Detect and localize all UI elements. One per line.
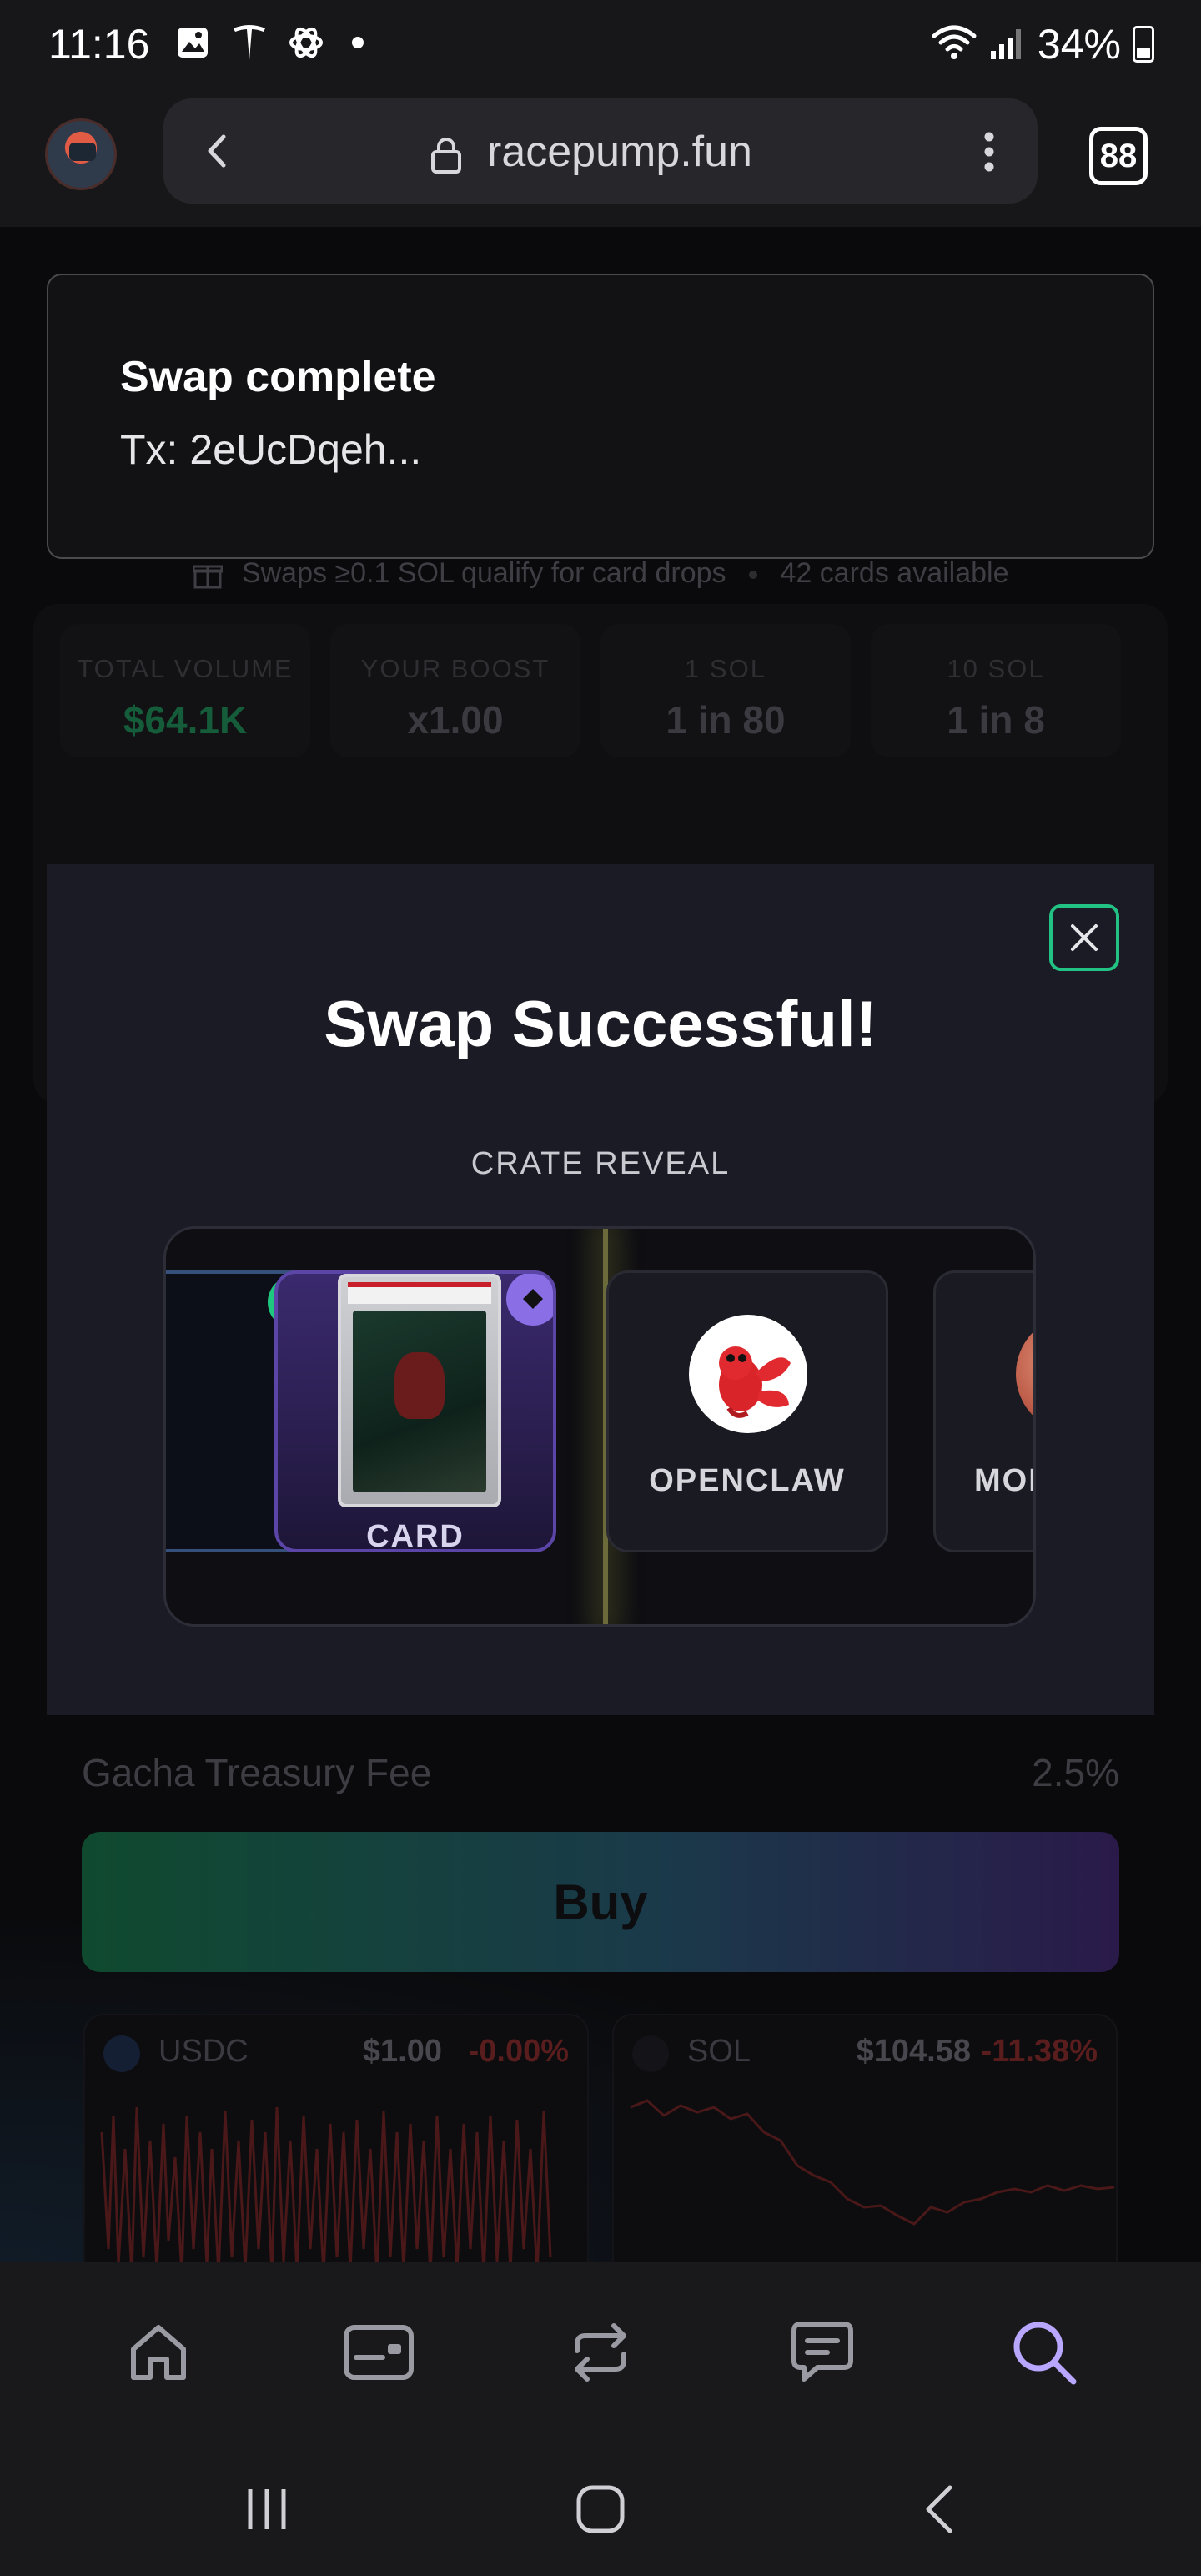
crate-item-card: CARD [274, 1270, 556, 1552]
stat-label: 10 SOL [947, 654, 1045, 683]
treasury-fee-row: Gacha Treasury Fee 2.5% [82, 1750, 1119, 1795]
stat-label: 1 SOL [685, 654, 766, 683]
home-icon[interactable] [118, 2312, 198, 2392]
crate-item-moi: MOI [933, 1270, 1036, 1552]
status-time: 11:16 [48, 21, 150, 68]
signal-icon [989, 24, 1026, 65]
chat-icon[interactable] [782, 2312, 862, 2392]
status-right: 34% [931, 20, 1154, 68]
graded-card-image [338, 1274, 501, 1507]
stat-value: 1 in 8 [947, 698, 1045, 742]
crate-reel: CARD OPENCLAW MOI [163, 1226, 1036, 1627]
separator-dot [748, 571, 757, 580]
diamond-icon [506, 1274, 553, 1326]
status-app-icons [173, 23, 364, 62]
close-icon [1071, 924, 1098, 951]
modal-title: Swap Successful! [324, 987, 877, 1060]
search-icon[interactable] [1004, 2312, 1084, 2392]
tesla-icon [230, 23, 269, 62]
fee-value: 2.5% [1032, 1751, 1119, 1794]
token-card-sol[interactable]: SOL $104.58 -11.38% [612, 2014, 1118, 2262]
stat-10-sol: 10 SOL 1 in 8 [871, 624, 1121, 757]
crate-label: CARD [366, 1519, 465, 1552]
token-name: USDC [158, 2034, 249, 2069]
status-bar: 11:16 34% [0, 0, 1201, 92]
drop-note-left: Swaps ≥0.1 SOL qualify for card drops [241, 557, 726, 589]
sol-sparkline [630, 2099, 1115, 2226]
crate-label: MOI [974, 1463, 1036, 1498]
recent-apps-icon[interactable] [234, 2476, 300, 2543]
stat-label: TOTAL VOLUME [77, 654, 294, 683]
lobster-icon [689, 1315, 807, 1433]
token-header: SOL $104.58 -11.38% [632, 2032, 1098, 2074]
token-header: USDC $1.00 -0.00% [103, 2032, 569, 2074]
lock-icon [430, 137, 462, 174]
address-bar[interactable]: racepump.fun [163, 98, 1038, 204]
token-logo-icon [1016, 1315, 1033, 1433]
profile-avatar[interactable] [45, 118, 117, 190]
token-price: $104.58 [856, 2034, 971, 2069]
swap-complete-toast[interactable]: Swap complete Tx: 2eUcDqeh... [47, 274, 1154, 559]
back-icon[interactable] [906, 2476, 972, 2543]
crate-reveal-label: CRATE REVEAL [470, 1146, 731, 1181]
stat-your-boost: YOUR BOOST x1.00 [330, 624, 580, 757]
stat-value: 1 in 80 [666, 698, 786, 742]
notification-dot-icon [352, 37, 364, 48]
toast-title: Swap complete [120, 353, 436, 401]
token-card-usdc[interactable]: USDC $1.00 -0.00% [83, 2014, 589, 2262]
home-button-icon[interactable] [567, 2476, 634, 2543]
swap-success-modal: Swap Successful! CRATE REVEAL CARD OPENC… [47, 864, 1154, 1715]
crate-item-openclaw: OPENCLAW [606, 1270, 888, 1552]
token-price: $1.00 [362, 2034, 442, 2069]
stat-label: YOUR BOOST [360, 654, 550, 683]
card-drop-note: Swaps ≥0.1 SOL qualify for card drops 42… [0, 557, 1201, 590]
bottom-nav [0, 2262, 1201, 2433]
stat-value: $64.1K [123, 698, 248, 742]
token-change: -11.38% [981, 2034, 1098, 2069]
gallery-icon [173, 23, 212, 62]
card-art [353, 1311, 486, 1492]
usdc-sparkline [100, 2106, 552, 2262]
stat-1-sol: 1 SOL 1 in 80 [600, 624, 851, 757]
stat-total-volume: TOTAL VOLUME $64.1K [60, 624, 310, 757]
openai-icon [287, 23, 325, 62]
wallet-icon[interactable] [339, 2312, 419, 2392]
drop-note-right: 42 cards available [780, 557, 1009, 589]
tab-switcher-button[interactable]: 88 [1089, 127, 1148, 185]
stat-value: x1.00 [407, 698, 504, 742]
battery-icon [1133, 26, 1154, 63]
url-text: racepump.fun [487, 128, 752, 176]
slab-label [348, 1282, 491, 1304]
more-menu-icon[interactable] [982, 127, 996, 177]
buy-button[interactable]: Buy [82, 1832, 1119, 1972]
crate-label: OPENCLAW [649, 1463, 846, 1498]
sol-icon [632, 2035, 669, 2072]
toast-tx: Tx: 2eUcDqeh... [120, 426, 422, 473]
usdc-icon [103, 2035, 140, 2072]
battery-percent: 34% [1037, 21, 1121, 68]
close-button[interactable] [1049, 904, 1119, 971]
browser-toolbar: racepump.fun 88 [0, 92, 1201, 227]
wifi-icon [931, 24, 977, 65]
fee-label: Gacha Treasury Fee [82, 1751, 432, 1794]
system-nav-bar [0, 2433, 1201, 2576]
back-arrow-icon[interactable] [197, 130, 239, 172]
gift-icon [192, 557, 242, 589]
token-change: -0.00% [468, 2034, 569, 2069]
swap-icon[interactable] [560, 2312, 641, 2392]
token-name: SOL [687, 2034, 751, 2069]
